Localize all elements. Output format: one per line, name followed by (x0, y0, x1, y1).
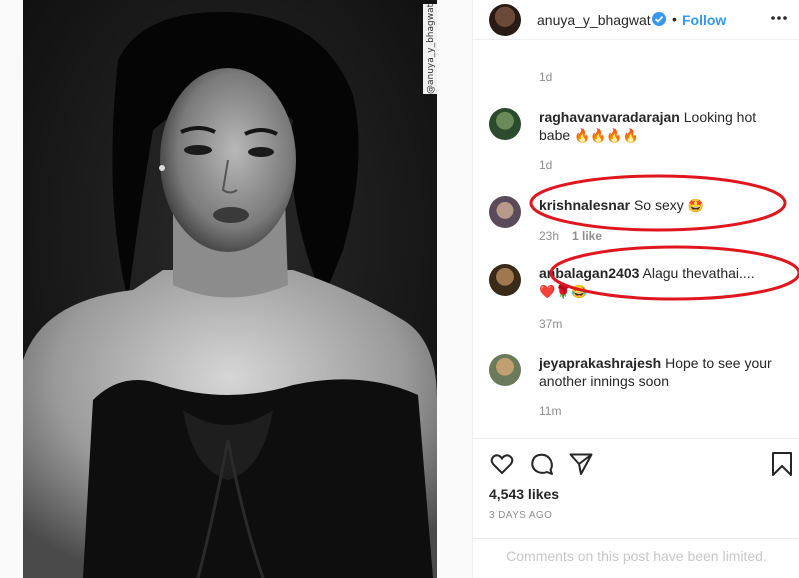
share-icon[interactable] (568, 451, 594, 477)
comment-username[interactable]: jeyaprakashrajesh (539, 355, 661, 371)
portrait-photo (23, 0, 437, 578)
comment-timestamp[interactable]: 11m (539, 404, 561, 418)
avatar[interactable] (489, 4, 521, 36)
separator-dot: • (672, 11, 677, 27)
comment-timestamp[interactable]: 23h (539, 229, 559, 243)
comment-emoji: 🔥🔥🔥🔥 (574, 128, 639, 143)
follow-button[interactable]: Follow (682, 12, 726, 28)
list-item: anbalagan2403 Alagu thevathai.... ❤️🌹😂 (539, 264, 779, 301)
comment-emoji: ❤️🌹😂 (539, 284, 588, 299)
comment-text: Alagu thevathai.... (642, 265, 755, 281)
list-item: krishnalesnar So sexy 🤩 (539, 196, 779, 215)
heart-icon[interactable] (489, 451, 515, 477)
post-actions: 4,543 likes 3 DAYS AGO Comments on this … (473, 438, 799, 578)
photo-watermark: @anuya_y_bhagwat (423, 4, 437, 94)
comment-icon[interactable] (529, 451, 555, 477)
list-item: raghavanvaradarajan Looking hot babe 🔥🔥🔥… (539, 108, 779, 145)
bookmark-icon[interactable] (769, 451, 795, 477)
comment-emoji: 🤩 (687, 198, 704, 213)
post-header: anuya_y_bhagwat • Follow (473, 0, 799, 40)
comment-timestamp[interactable]: 1d (539, 158, 552, 172)
comment-username[interactable]: raghavanvaradarajan (539, 109, 680, 125)
verified-badge-icon (652, 12, 666, 26)
comment-like-count[interactable]: 1 like (572, 229, 602, 243)
post-date[interactable]: 3 DAYS AGO (489, 510, 552, 521)
avatar[interactable] (489, 264, 521, 296)
more-options-icon[interactable] (769, 8, 789, 28)
comments-panel: anuya_y_bhagwat • Follow 1d raghavanvara… (472, 0, 799, 578)
comment-username[interactable]: anbalagan2403 (539, 265, 639, 281)
comment-username[interactable]: krishnalesnar (539, 197, 630, 213)
header-username[interactable]: anuya_y_bhagwat (537, 12, 651, 28)
comments-limited-notice: Comments on this post have been limited. (473, 538, 799, 578)
comment-text: So sexy (633, 197, 684, 213)
avatar[interactable] (489, 196, 521, 228)
post-photo[interactable]: @anuya_y_bhagwat (23, 0, 437, 578)
avatar[interactable] (489, 108, 521, 140)
comment-timestamp[interactable]: 37m (539, 317, 562, 331)
post-image-area: @anuya_y_bhagwat (0, 0, 472, 578)
caption-timestamp[interactable]: 1d (539, 70, 552, 84)
list-item: jeyaprakashrajesh Hope to see your anoth… (539, 354, 779, 390)
likes-count[interactable]: 4,543 likes (489, 486, 559, 502)
avatar[interactable] (489, 354, 521, 386)
